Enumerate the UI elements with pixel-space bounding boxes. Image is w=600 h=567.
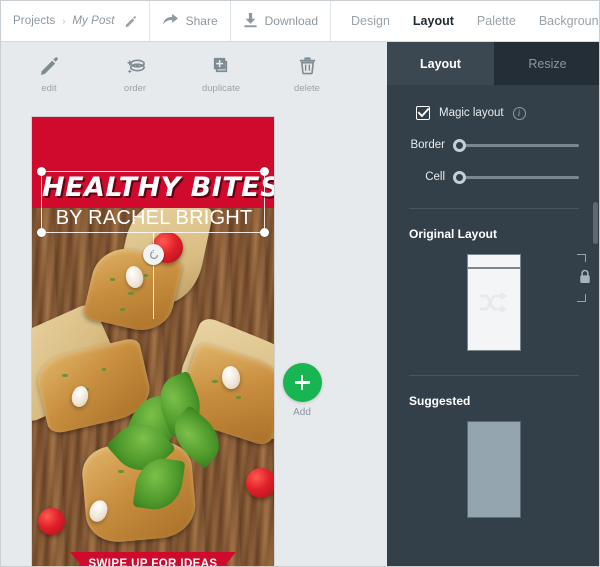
download-label: Download <box>264 14 318 28</box>
add-control: Add <box>280 363 324 418</box>
canvas-area: edit order duplicate delete SWIPE UP FOR… <box>1 42 387 567</box>
resize-handle-top-right[interactable] <box>260 167 269 176</box>
selected-text-box[interactable]: HEALTHY BITES BY RACHEL BRIGHT <box>37 167 274 237</box>
cell-slider-row: Cell <box>405 170 583 184</box>
magic-layout-label: Magic layout <box>439 107 504 119</box>
top-toolbar: Projects › My Post Share Download Design… <box>1 1 599 42</box>
tab-background[interactable]: Background <box>539 14 599 28</box>
border-slider-knob[interactable] <box>453 138 466 152</box>
tab-layout[interactable]: Layout <box>413 14 454 28</box>
lock-icon[interactable] <box>579 269 591 289</box>
delete-label: delete <box>294 82 320 94</box>
app-window: Projects › My Post Share Download Design… <box>0 0 600 567</box>
suggested-thumb-wrap <box>405 421 583 518</box>
breadcrumb-separator: › <box>62 16 66 26</box>
download-button[interactable]: Download <box>231 1 331 41</box>
original-layout-thumb-wrap <box>405 254 583 351</box>
download-icon <box>243 12 258 31</box>
info-icon[interactable]: i <box>512 106 526 120</box>
add-label: Add <box>293 407 311 418</box>
cell-slider-knob[interactable] <box>453 170 466 184</box>
rotate-icon[interactable] <box>143 244 164 265</box>
resize-handle-bottom-left[interactable] <box>37 228 46 237</box>
main-tabs: Design Layout Palette Background Text <box>331 1 599 41</box>
order-label: order <box>123 82 147 94</box>
cell-slider[interactable] <box>453 170 579 184</box>
panel-tab-layout[interactable]: Layout <box>387 42 494 85</box>
duplicate-button[interactable]: duplicate <box>199 55 243 94</box>
breadcrumb: Projects › My Post <box>1 1 150 41</box>
panel-scrollbar[interactable] <box>593 202 598 244</box>
duplicate-label: duplicate <box>201 82 241 94</box>
slider-link-group <box>577 254 593 302</box>
pencil-icon <box>38 55 60 77</box>
tab-palette[interactable]: Palette <box>477 14 516 28</box>
breadcrumb-current-project[interactable]: My Post <box>72 15 114 27</box>
share-icon <box>162 12 179 30</box>
link-bracket-top <box>577 254 586 262</box>
link-bracket-bottom <box>577 294 586 302</box>
cell-label: Cell <box>425 171 445 183</box>
breadcrumb-projects[interactable]: Projects <box>13 15 55 27</box>
panel-tab-resize[interactable]: Resize <box>494 42 599 85</box>
panel-body: Magic layout i Border Cell Original Layo… <box>387 106 599 566</box>
resize-handle-bottom-right[interactable] <box>260 228 269 237</box>
divider-1 <box>409 208 579 209</box>
delete-button[interactable]: delete <box>285 55 329 94</box>
resize-handle-top-left[interactable] <box>37 167 46 176</box>
share-label: Share <box>185 14 218 28</box>
share-button[interactable]: Share <box>150 1 231 41</box>
tab-design[interactable]: Design <box>351 14 390 28</box>
rename-pencil-icon[interactable] <box>124 15 137 28</box>
divider-2 <box>409 375 579 376</box>
edit-button[interactable]: edit <box>27 55 71 94</box>
layers-icon <box>124 55 146 77</box>
order-button[interactable]: order <box>113 55 157 94</box>
suggested-title: Suggested <box>409 394 471 408</box>
border-slider-row: Border <box>405 138 583 152</box>
poster-title-line1: HEALTHY BITES <box>42 172 274 203</box>
ribbon-text: SWIPE UP FOR IDEAS <box>88 558 218 567</box>
original-layout-thumbnail[interactable] <box>467 254 521 351</box>
original-layout-title: Original Layout <box>409 227 498 241</box>
edit-label: edit <box>41 82 57 94</box>
magic-layout-checkbox[interactable] <box>416 106 430 120</box>
trash-icon <box>296 55 318 77</box>
magic-layout-row: Magic layout i <box>405 106 583 120</box>
thumbnail-band <box>468 267 520 269</box>
border-label: Border <box>410 139 445 151</box>
add-button[interactable] <box>282 363 322 402</box>
poster-canvas[interactable]: SWIPE UP FOR IDEAS Sp Adobe Spark HEALTH… <box>32 117 274 567</box>
border-slider[interactable] <box>453 138 579 152</box>
panel-tabs: Layout Resize <box>387 42 599 85</box>
object-toolbar: edit order duplicate delete <box>1 42 387 106</box>
suggested-thumbnail[interactable] <box>467 421 521 518</box>
swipe-ribbon[interactable]: SWIPE UP FOR IDEAS <box>32 549 274 567</box>
duplicate-icon <box>210 55 232 77</box>
right-panel: Layout Resize Magic layout i Border Cell… <box>387 42 599 566</box>
shuffle-icon <box>479 291 509 320</box>
poster-title-line2: BY RACHEL BRIGHT <box>55 207 253 229</box>
